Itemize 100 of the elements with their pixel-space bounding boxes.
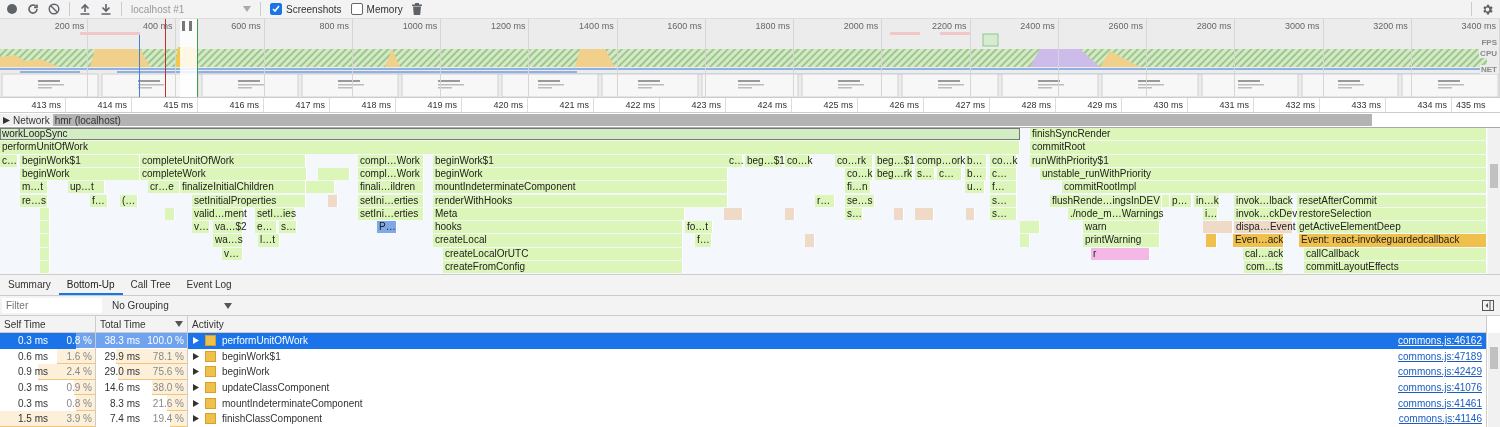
flame-block[interactable]: Even…ack [1233,234,1284,247]
flame-block[interactable]: r [1091,247,1150,260]
tab[interactable]: Summary [0,275,59,295]
flame-block[interactable]: s… [915,167,935,181]
flame-block[interactable] [40,207,50,221]
flame-block[interactable] [165,207,175,221]
flame-block[interactable]: warn [1083,221,1160,234]
flame-block[interactable]: createLocal [433,234,683,247]
flame-block[interactable]: m…t [20,181,48,194]
flame-block[interactable]: c… [937,167,962,181]
flame-block[interactable]: up…t [68,181,105,194]
flame-block[interactable]: co…k [785,154,811,167]
flame-block[interactable]: re…s [20,194,48,207]
flame-block[interactable] [915,207,934,221]
flame-block[interactable]: se…s [845,194,875,207]
record-icon[interactable] [6,3,18,15]
table-row[interactable]: 1.5 ms 3.9 % 7.4 ms 19.4 % finishClassComponent commons.js:41146 [0,410,1487,427]
tab[interactable]: Call Tree [122,275,179,295]
flame-block[interactable] [894,207,904,221]
source-link[interactable]: commons.js:41461 [1398,397,1482,409]
flame-block[interactable]: beg…rk [875,167,913,181]
grouping-dropdown[interactable]: No Grouping [108,300,232,311]
sidebar-toggle-icon[interactable] [1482,300,1494,311]
flame-block[interactable]: s… [845,207,863,221]
flame-block[interactable]: completeUnitOfWork [140,154,306,167]
flame-block[interactable]: setIni…erties [358,194,424,207]
table-row[interactable]: 0.3 ms 0.8 % 8.3 ms 21.6 % mountIndeterminateComponent commons.js:41461 [0,395,1487,411]
trash-icon[interactable] [411,3,422,15]
flame-block[interactable]: restoreSelection [1297,207,1487,221]
flame-block[interactable]: c… [0,154,18,167]
flame-block[interactable]: Meta [433,207,685,221]
flame-block[interactable]: s… [279,221,297,234]
flame-block[interactable]: c… [990,167,1017,181]
clear-icon[interactable] [48,3,60,15]
flame-block[interactable]: fi…n [845,181,871,194]
flame-block[interactable]: commitRootImpl [1062,181,1487,194]
source-link[interactable]: commons.js:41076 [1398,382,1482,394]
flame-block[interactable] [328,194,338,207]
flame-block[interactable]: completeWork [140,167,307,181]
flame-block[interactable]: createFromConfig [443,261,683,274]
flame-block[interactable]: b… [965,154,987,167]
flame-block[interactable]: invok…lback [1234,194,1292,207]
flame-block[interactable]: commitLayoutEffects [1304,261,1487,274]
expand-icon[interactable] [193,352,199,360]
flame-block[interactable]: mountIndeterminateComponent [433,181,728,194]
flame-block[interactable]: compl…Work [358,154,424,167]
scrollbar[interactable] [1488,128,1500,274]
flame-block[interactable]: s… [990,194,1017,207]
checkbox[interactable] [270,3,282,15]
flame-block[interactable] [785,207,795,221]
flame-block[interactable]: f… [90,194,108,207]
flame-block[interactable]: wa…s [213,234,243,247]
flame-block[interactable]: resetAfterCommit [1297,194,1487,207]
flame-block[interactable]: hooks [433,221,683,234]
flame-block[interactable]: l…t [258,234,280,247]
flame-block[interactable] [724,207,743,221]
flame-block[interactable]: comp…ork [915,154,963,167]
flame-block[interactable]: u… [965,181,985,194]
flame-block[interactable]: e… [255,221,277,234]
flame-block[interactable] [305,181,335,194]
flame-block[interactable]: r… [815,194,835,207]
flame-block[interactable]: runWithPriority$1 [1030,154,1487,167]
flame-block[interactable]: printWarning [1083,234,1160,247]
settings-icon[interactable] [1481,2,1494,16]
flame-block[interactable]: beginWork [433,167,728,181]
flame-block[interactable]: co…rk [835,154,873,167]
expand-icon[interactable] [193,399,199,407]
flame-block[interactable]: compl…Work [358,167,424,181]
reload-icon[interactable] [27,3,39,15]
table-row[interactable]: 0.3 ms 0.9 % 14.6 ms 38.0 % updateClassComponent commons.js:41076 [0,379,1487,396]
scrollbar[interactable] [1488,333,1500,427]
flame-block[interactable]: beginWork$1 [20,154,140,167]
flame-block[interactable]: commitRoot [1030,141,1487,154]
flame-block[interactable] [1020,221,1040,234]
flame-block[interactable]: ./node_m…Warnings [1068,207,1162,221]
column-header[interactable]: Self Time [0,316,96,332]
source-link[interactable]: commons.js:42429 [1398,366,1482,378]
flame-block[interactable] [318,167,350,181]
flame-block[interactable]: beg…$1 [875,154,913,167]
flame-block[interactable]: unstable_runWithPriority [1040,167,1487,181]
source-link[interactable]: commons.js:47189 [1398,350,1482,362]
column-header[interactable]: Total Time [96,316,188,332]
flame-block[interactable]: workLoopSync [0,128,1020,141]
flame-block[interactable] [40,234,50,247]
flame-block[interactable]: setI…ies [255,207,295,221]
flame-block[interactable]: co…k [990,154,1017,167]
flame-block[interactable]: finali…ildren [358,181,424,194]
flame-block[interactable]: beginWork$1 [433,154,728,167]
table-row[interactable]: 0.6 ms 1.6 % 29.9 ms 78.1 % beginWork$1 commons.js:47189 [0,348,1487,365]
expand-icon[interactable] [193,415,199,423]
filter-field[interactable]: Filter [2,298,102,313]
flame-block[interactable]: in…k [1194,194,1220,207]
flame-block[interactable]: v… [222,247,243,260]
flame-block[interactable]: i… [1203,207,1218,221]
flame-block[interactable] [40,261,50,274]
flame-block[interactable]: v… [192,221,210,234]
source-link[interactable]: commons.js:41146 [1398,413,1482,425]
flame-block[interactable]: beginWork [20,167,140,181]
flame-block[interactable]: fo…t [685,221,713,234]
flame-block[interactable]: finishSyncRender [1030,128,1487,141]
